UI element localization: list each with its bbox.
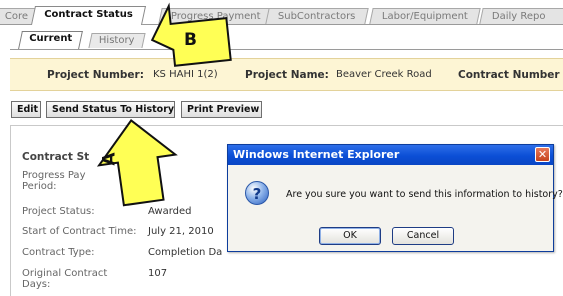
confirm-dialog: Windows Internet Explorer ✕ ? Are you su… (227, 144, 563, 252)
close-icon[interactable]: ✕ (535, 147, 550, 162)
callout-letter-a: A (99, 152, 120, 166)
cancel-button[interactable]: Cancel (392, 227, 454, 245)
dialog-message: Are you sure you want to send this infor… (286, 189, 563, 200)
callout-letter-b: B (184, 30, 197, 50)
question-icon: ? (245, 181, 269, 205)
dialog-title-bar[interactable]: Windows Internet Explorer (228, 145, 553, 165)
ok-button[interactable]: OK (319, 227, 381, 245)
dialog-title: Windows Internet Explorer (233, 148, 400, 161)
